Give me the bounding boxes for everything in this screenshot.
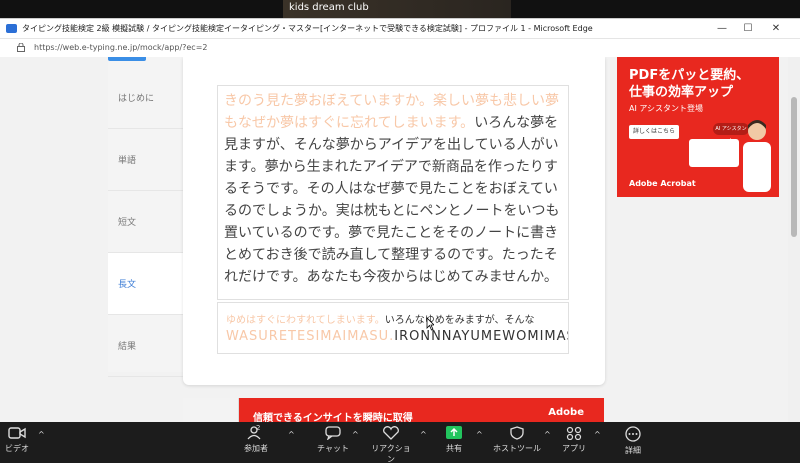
page-viewport: はじめに 単語 短文 長文 結果 きのう見た夢おぼえていますか。楽しい夢も悲しい… [0, 57, 800, 423]
kana-typed: ゆめはすぐにわすれてしまいます。 [226, 315, 385, 326]
participant-video-tile[interactable]: kids dream club [283, 0, 511, 18]
maximize-button[interactable]: ☐ [736, 21, 760, 37]
apps-label: アプリ [562, 444, 586, 453]
edge-app-icon [6, 24, 17, 33]
more-button[interactable]: 詳細 [620, 426, 646, 462]
more-icon [625, 426, 641, 442]
address-bar[interactable]: https://web.e-typing.ne.jp/mock/app/?ec=… [0, 39, 800, 57]
video-button[interactable]: ビデオ [4, 426, 30, 462]
minimize-button[interactable]: — [710, 21, 734, 37]
scrollbar-thumb[interactable] [791, 97, 797, 237]
adobe-ad-side[interactable]: PDFをパッと要約、 仕事の効率アップ AI アシスタント登場 詳しくはこちら … [617, 57, 779, 197]
close-button[interactable]: ✕ [764, 21, 788, 37]
sidebar-item-long[interactable]: 長文 [108, 253, 183, 315]
exam-card: きのう見た夢おぼえていますか。楽しい夢も悲しい夢もなぜか夢はすぐに忘れてしまいま… [183, 57, 605, 385]
ad-brand-logo: Adobe Acrobat [629, 179, 696, 188]
browser-window: タイピング技能検定 2級 模擬試験 / タイピング技能検定イータイピング・マスタ… [0, 18, 800, 423]
participants-caret[interactable]: ^ [288, 430, 295, 439]
share-label: 共有 [446, 444, 462, 453]
exam-sidebar: はじめに 単語 短文 長文 結果 [108, 57, 183, 377]
meeting-toolbar: ビデオ ^ 2 参加者 ^ チャット ^ リアクション ^ 共有 ^ ホストツー… [0, 422, 800, 463]
camera-icon [8, 427, 26, 439]
kana-remaining: いろんなゆめをみますが、そんな [384, 315, 535, 326]
participant-name: kids dream club [289, 2, 369, 13]
ad-headline: PDFをパッと要約、 仕事の効率アップ [629, 67, 749, 101]
sidebar-top-tab [108, 57, 146, 61]
ad-illustration-card [689, 139, 739, 167]
host-tools-button[interactable]: ホストツール [492, 426, 542, 462]
host-tools-label: ホストツール [493, 444, 541, 453]
video-options-caret[interactable]: ^ [38, 430, 45, 439]
video-strip: kids dream club [0, 0, 800, 18]
host-tools-caret[interactable]: ^ [544, 430, 551, 439]
romaji-remaining: IRONNNAYUMEWOMIMASUGA [394, 329, 568, 344]
participants-label: 参加者 [244, 444, 268, 453]
adobe-ad-bottom[interactable]: 信頼できるインサイトを瞬時に取得 Adobe [183, 398, 604, 423]
ad-bottom-image [183, 398, 239, 423]
chat-caret[interactable]: ^ [352, 430, 359, 439]
ad-headline-line1: PDFをパッと要約、 [629, 68, 750, 83]
share-icon [446, 426, 462, 439]
ad-bottom-logo: Adobe [548, 407, 584, 418]
participants-button[interactable]: 2 参加者 [236, 424, 276, 462]
share-caret[interactable]: ^ [476, 430, 483, 439]
ad-headline-line2: 仕事の効率アップ [629, 85, 734, 100]
sidebar-item-short[interactable]: 短文 [108, 191, 183, 253]
heart-icon [383, 426, 399, 440]
lock-icon [17, 43, 25, 52]
video-label: ビデオ [5, 444, 29, 453]
apps-icon [566, 426, 582, 440]
romaji-line: WASURETESIMAIMASU.IRONNNAYUMEWOMIMASUGA [226, 329, 568, 344]
more-label: 詳細 [625, 446, 641, 455]
chat-icon [325, 426, 341, 440]
chat-label: チャット [317, 444, 349, 453]
share-button[interactable]: 共有 [440, 426, 468, 462]
reactions-button[interactable]: リアクション [368, 426, 414, 463]
title-bar: タイピング技能検定 2級 模擬試験 / タイピング技能検定イータイピング・マスタ… [0, 19, 800, 39]
url-text[interactable]: https://web.e-typing.ne.jp/mock/app/?ec=… [34, 43, 208, 52]
romaji-typed: WASURETESIMAIMASU. [226, 329, 395, 344]
shield-icon [510, 426, 524, 440]
ad-person-illustration [743, 120, 771, 192]
kana-line: ゆめはすぐにわすれてしまいます。いろんなゆめをみますが、そんな [226, 311, 560, 329]
remaining-passage: いろんな夢を見ますが、そんな夢からアイデアを出している人がいます。夢から生まれた… [224, 115, 560, 285]
ad-details-button[interactable]: 詳しくはこちら [629, 125, 679, 139]
reactions-label: リアクション [371, 444, 411, 463]
ad-bottom-headline: 信頼できるインサイトを瞬時に取得 [253, 413, 413, 423]
participants-count: 2 [256, 424, 261, 432]
apps-caret[interactable]: ^ [594, 430, 601, 439]
apps-button[interactable]: アプリ [560, 426, 588, 462]
passage-box: きのう見た夢おぼえていますか。楽しい夢も悲しい夢もなぜか夢はすぐに忘れてしまいま… [217, 85, 569, 300]
sidebar-item-words[interactable]: 単語 [108, 129, 183, 191]
sidebar-item-results[interactable]: 結果 [108, 315, 183, 377]
sidebar-item-intro[interactable]: はじめに [108, 67, 183, 129]
reactions-caret[interactable]: ^ [420, 430, 427, 439]
chat-button[interactable]: チャット [316, 426, 350, 462]
mouse-cursor-icon [426, 317, 434, 331]
screen: kids dream club タイピング技能検定 2級 模擬試験 / タイピン… [0, 0, 800, 463]
ad-subtitle: AI アシスタント登場 [629, 104, 704, 113]
window-title: タイピング技能検定 2級 模擬試験 / タイピング技能検定イータイピング・マスタ… [22, 24, 593, 33]
page-scrollbar[interactable] [788, 57, 800, 423]
typing-input-area[interactable]: ゆめはすぐにわすれてしまいます。いろんなゆめをみますが、そんな WASURETE… [217, 302, 569, 354]
